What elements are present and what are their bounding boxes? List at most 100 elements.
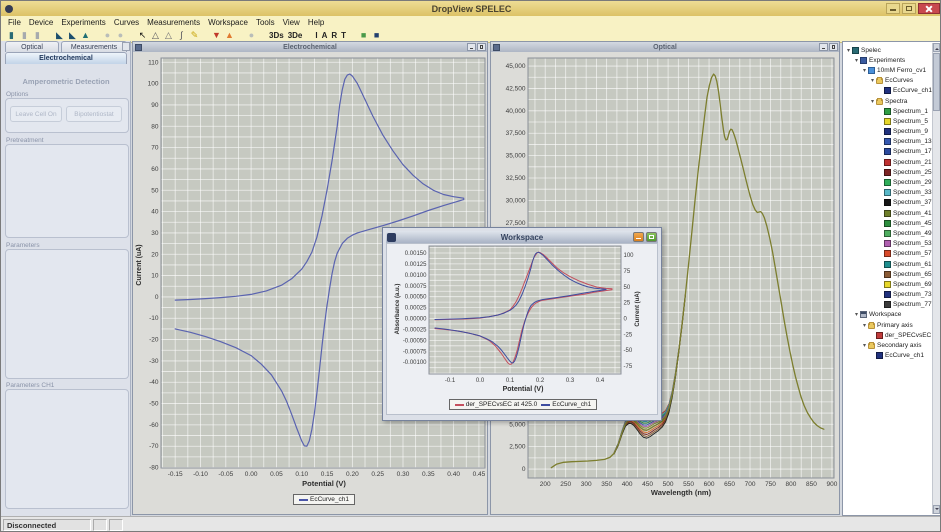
menu-item-help[interactable]: Help	[304, 18, 328, 27]
ec-maximize-button[interactable]	[477, 43, 486, 51]
experiments-tree: ▾Spelec▾Experiments▾10mM Ferro_cv1▾EcCur…	[845, 45, 932, 361]
panel-collapse-button[interactable]	[122, 42, 130, 51]
tree-item-spectrum-61[interactable]: Spectrum_61	[845, 259, 932, 269]
tree-item-spectrum-77[interactable]: Spectrum_77	[845, 300, 932, 310]
tree-item-spectrum-9[interactable]: Spectrum_9	[845, 127, 932, 137]
tree-scrollbar[interactable]	[932, 43, 940, 514]
tree-item-secondary-axis[interactable]: ▾Secondary axis	[845, 340, 932, 350]
threed-start-button[interactable]: 3Ds	[267, 29, 286, 42]
ec-measurement-2-icon[interactable]: ◣	[66, 29, 79, 42]
tree-item-spectrum-65[interactable]: Spectrum_65	[845, 269, 932, 279]
expander-icon[interactable]: ▾	[853, 311, 860, 318]
export-icon[interactable]: ■	[357, 29, 370, 42]
tree-item-spectrum-37[interactable]: Spectrum_37	[845, 198, 932, 208]
tab-electrochemical[interactable]: Electrochemical	[5, 52, 127, 64]
menu-item-tools[interactable]: Tools	[252, 18, 279, 27]
svg-text:20: 20	[151, 251, 159, 258]
device-settings-icon[interactable]: ▮	[18, 29, 31, 42]
scroll-up-icon[interactable]	[933, 43, 940, 52]
menu-item-device[interactable]: Device	[25, 18, 57, 27]
tree-item-spectrum-41[interactable]: Spectrum_41	[845, 208, 932, 218]
expander-icon[interactable]: ▾	[869, 77, 876, 84]
record-icon[interactable]: ●	[245, 29, 258, 42]
cursor-tool-icon[interactable]: ↖	[136, 29, 149, 42]
bipotentiostat-button[interactable]: Bipotentiostat	[66, 106, 122, 122]
region-button[interactable]: R	[329, 29, 339, 42]
optical-maximize-button[interactable]	[829, 43, 838, 51]
optical-minimize-button[interactable]	[819, 43, 828, 51]
ec-measurement-icon[interactable]: ◣	[53, 29, 66, 42]
menu-item-curves[interactable]: Curves	[110, 18, 143, 27]
tree-item-label: EcCurve_ch1	[885, 352, 924, 359]
tree-item-eccurve-ch1[interactable]: EcCurve_ch1	[845, 351, 932, 361]
threed-end-button[interactable]: 3De	[286, 29, 305, 42]
table-button[interactable]: T	[339, 29, 348, 42]
electrochemical-window-title: Electrochemical	[133, 44, 487, 51]
tree-item-workspace[interactable]: ▾Workspace	[845, 310, 932, 320]
derivative-down-icon[interactable]: ▼	[210, 29, 223, 42]
workspace-minimize-button[interactable]	[633, 232, 644, 242]
leave-cell-on-button[interactable]: Leave Cell On	[10, 106, 62, 122]
electrochemical-window-titlebar[interactable]: Electrochemical	[133, 42, 487, 52]
annotate-tool-icon[interactable]: ✎	[188, 29, 201, 42]
tree-item-eccurve-ch1[interactable]: EcCurve_ch1	[845, 86, 932, 96]
menu-item-workspace[interactable]: Workspace	[204, 18, 252, 27]
analysis-button[interactable]: A	[320, 29, 330, 42]
tree-item-spectrum-5[interactable]: Spectrum_5	[845, 116, 932, 126]
ec-minimize-button[interactable]	[467, 43, 476, 51]
menu-item-view[interactable]: View	[279, 18, 304, 27]
tree-item-eccurves[interactable]: ▾EcCurves	[845, 76, 932, 86]
tab-measurements[interactable]: Measurements	[61, 41, 127, 52]
stop-icon[interactable]: ●	[114, 29, 127, 42]
tree-item-spectrum-17[interactable]: Spectrum_17	[845, 147, 932, 157]
workspace-titlebar[interactable]: Workspace	[386, 231, 658, 243]
minimize-button[interactable]	[886, 3, 900, 14]
titlebar[interactable]: DropView SPELEC	[1, 1, 941, 16]
scroll-thumb[interactable]	[933, 53, 940, 111]
optical-window-titlebar[interactable]: Optical	[491, 42, 839, 52]
tree-item-spectrum-13[interactable]: Spectrum_13	[845, 137, 932, 147]
tree-item-spectrum-1[interactable]: Spectrum_1	[845, 106, 932, 116]
tree-item-spectrum-57[interactable]: Spectrum_57	[845, 249, 932, 259]
expander-icon[interactable]: ▾	[861, 342, 868, 349]
move-axes-tool-icon[interactable]: △	[162, 29, 175, 42]
tree-item-primary-axis[interactable]: ▾Primary axis	[845, 320, 932, 330]
smoothing-tool-icon[interactable]: ∫	[175, 29, 188, 42]
expander-icon[interactable]: ▾	[861, 67, 868, 74]
tab-optical[interactable]: Optical	[5, 41, 59, 52]
zoom-tool-icon[interactable]: △	[149, 29, 162, 42]
tree-item-spectrum-73[interactable]: Spectrum_73	[845, 290, 932, 300]
tree-item-spectrum-33[interactable]: Spectrum_33	[845, 188, 932, 198]
tree-item-experiments[interactable]: ▾Experiments	[845, 55, 932, 65]
open-file-icon[interactable]: ▮	[31, 29, 44, 42]
workspace-button-icon[interactable]: ■	[370, 29, 383, 42]
optical-measurement-icon[interactable]: ▲	[79, 29, 92, 42]
derivative-up-icon[interactable]: ▲	[223, 29, 236, 42]
play-icon[interactable]: ●	[101, 29, 114, 42]
scroll-down-icon[interactable]	[933, 505, 940, 514]
expander-icon[interactable]: ▾	[869, 98, 876, 105]
expander-icon[interactable]: ▾	[853, 57, 860, 64]
tree-item-spectra[interactable]: ▾Spectra	[845, 96, 932, 106]
expander-icon[interactable]: ▾	[861, 322, 868, 329]
tree-item-10mm-ferro-cv1[interactable]: ▾10mM Ferro_cv1	[845, 65, 932, 75]
workspace-chart[interactable]: -0.10.00.10.20.30.40.001500.001250.00100…	[393, 244, 651, 384]
connect-device-icon[interactable]: ▮	[5, 29, 18, 42]
svg-text:10: 10	[151, 273, 159, 280]
menu-item-experiments[interactable]: Experiments	[57, 18, 109, 27]
tree-item-spectrum-69[interactable]: Spectrum_69	[845, 279, 932, 289]
close-button[interactable]	[918, 3, 940, 14]
tree-item-spectrum-21[interactable]: Spectrum_21	[845, 157, 932, 167]
tree-item-spectrum-29[interactable]: Spectrum_29	[845, 177, 932, 187]
workspace-maximize-button[interactable]	[646, 232, 657, 242]
tree-item-spelec[interactable]: ▾Spelec	[845, 45, 932, 55]
menu-item-measurements[interactable]: Measurements	[143, 18, 204, 27]
menu-item-file[interactable]: File	[4, 18, 25, 27]
maximize-button[interactable]	[902, 3, 916, 14]
tree-item-spectrum-53[interactable]: Spectrum_53	[845, 239, 932, 249]
tree-item-spectrum-45[interactable]: Spectrum_45	[845, 218, 932, 228]
tree-item-spectrum-49[interactable]: Spectrum_49	[845, 228, 932, 238]
expander-icon[interactable]: ▾	[845, 47, 852, 54]
tree-item-der-specvsec-at-425-0[interactable]: der_SPECvsEC at 425.0	[845, 330, 932, 340]
tree-item-spectrum-25[interactable]: Spectrum_25	[845, 167, 932, 177]
